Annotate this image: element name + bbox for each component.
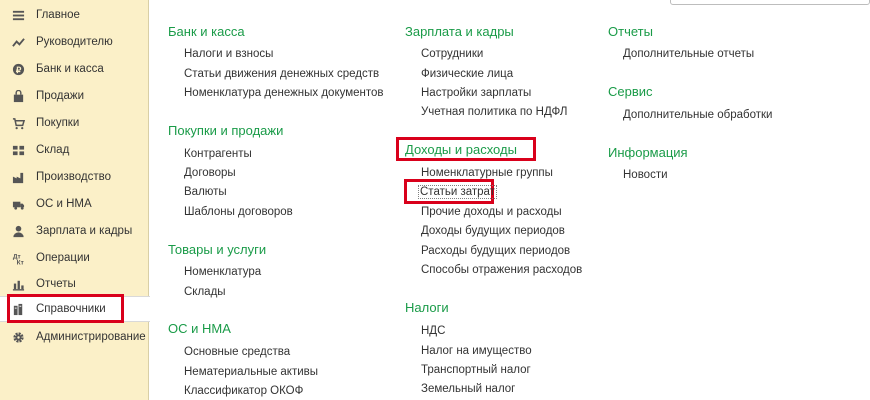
sidebar-item-label: Зарплата и кадры (36, 225, 133, 237)
link-additional-processing[interactable]: Дополнительные обработки (623, 109, 772, 121)
link-nomenclature[interactable]: Номенклатура (184, 266, 261, 278)
link-property-tax[interactable]: Налог на имущество (421, 345, 532, 357)
sidebar-item-label: Продажи (36, 90, 85, 102)
link-vat[interactable]: НДС (421, 325, 445, 337)
operations-icon: Дт Кт (11, 251, 25, 265)
sidebar-item-label: Администрирование (36, 331, 146, 343)
search-field[interactable] (670, 0, 870, 5)
link-monetary-documents[interactable]: Номенклатура денежных документов (184, 87, 384, 99)
bar-chart-icon (11, 277, 25, 291)
section-title-bank: Банк и касса (168, 24, 245, 39)
section-title-income-expenses: Доходы и расходы (405, 142, 517, 157)
sidebar-item-manager[interactable]: Руководителю (0, 29, 149, 55)
link-salary-settings[interactable]: Настройки зарплаты (421, 87, 531, 99)
link-individuals[interactable]: Физические лица (421, 68, 513, 80)
svg-text:Кт: Кт (16, 259, 23, 264)
sidebar-item-warehouse[interactable]: Склад (0, 137, 149, 163)
gear-icon (11, 330, 25, 344)
section-title-taxes: Налоги (405, 300, 449, 315)
link-news[interactable]: Новости (623, 169, 668, 181)
sidebar-item-label: Отчеты (36, 278, 76, 290)
section-title-salary: Зарплата и кадры (405, 24, 514, 39)
sidebar-item-sales[interactable]: Продажи (0, 83, 149, 109)
link-warehouses[interactable]: Склады (184, 286, 226, 298)
section-title-fixed-assets: ОС и НМА (168, 321, 231, 336)
trend-chart-icon (11, 35, 25, 49)
sidebar-item-production[interactable]: Производство (0, 164, 149, 190)
person-icon (11, 224, 25, 238)
link-contract-templates[interactable]: Шаблоны договоров (184, 206, 293, 218)
link-expense-reflection-methods[interactable]: Способы отражения расходов (421, 264, 582, 276)
section-title-goods-services: Товары и услуги (168, 242, 267, 257)
link-cash-flow-items[interactable]: Статьи движения денежных средств (184, 68, 379, 80)
sidebar-item-bank[interactable]: ₽ Банк и касса (0, 56, 149, 82)
warehouse-grid-icon (11, 143, 25, 157)
link-intangible-assets[interactable]: Нематериальные активы (184, 366, 318, 378)
link-nomenclature-groups[interactable]: Номенклатурные группы (421, 167, 553, 179)
section-title-information: Информация (608, 145, 688, 160)
link-other-income-expenses[interactable]: Прочие доходы и расходы (421, 206, 562, 218)
sidebar-item-label: Склад (36, 144, 70, 156)
link-employees[interactable]: Сотрудники (421, 48, 483, 60)
link-ndfl-policy[interactable]: Учетная политика по НДФЛ (421, 106, 567, 118)
link-additional-reports[interactable]: Дополнительные отчеты (623, 48, 754, 60)
shopping-bag-icon (11, 89, 25, 103)
link-taxes-contributions[interactable]: Налоги и взносы (184, 48, 273, 60)
sidebar-item-salary[interactable]: Зарплата и кадры (0, 218, 149, 244)
sidebar-item-purchases[interactable]: Покупки (0, 110, 149, 136)
sidebar-item-main[interactable]: Главное (0, 2, 149, 28)
sidebar-item-administration[interactable]: Администрирование (0, 324, 149, 350)
truck-icon (11, 197, 25, 211)
highlight-frame (7, 294, 124, 323)
link-counterparties[interactable]: Контрагенты (184, 148, 252, 160)
menu-lines-icon (11, 8, 25, 22)
sidebar: Главное Руководителю ₽ Банк и касса Прод… (0, 0, 150, 400)
shopping-cart-icon (11, 116, 25, 130)
link-cost-items[interactable]: Статьи затрат (418, 185, 497, 199)
sidebar-item-fixed-assets[interactable]: ОС и НМА (0, 191, 149, 217)
sidebar-item-label: ОС и НМА (36, 198, 92, 210)
link-land-tax[interactable]: Земельный налог (421, 383, 515, 395)
sidebar-item-operations[interactable]: Дт Кт Операции (0, 245, 149, 271)
sidebar-item-label: Руководителю (36, 36, 113, 48)
search-input[interactable] (671, 0, 869, 5)
sidebar-item-label: Покупки (36, 117, 80, 129)
factory-icon (11, 170, 25, 184)
ruble-coin-icon: ₽ (11, 62, 25, 76)
link-currencies[interactable]: Валюты (184, 186, 227, 198)
sidebar-item-label: Производство (36, 171, 111, 183)
sidebar-item-label: Банк и касса (36, 63, 104, 75)
link-contracts[interactable]: Договоры (184, 167, 236, 179)
link-deferred-expenses[interactable]: Расходы будущих периодов (421, 245, 570, 257)
section-title-service: Сервис (608, 84, 653, 99)
sidebar-item-label: Операции (36, 252, 90, 264)
sidebar-item-label: Главное (36, 9, 80, 21)
section-title-purchases-sales: Покупки и продажи (168, 123, 284, 138)
section-title-reports: Отчеты (608, 24, 653, 39)
svg-text:₽: ₽ (15, 64, 20, 74)
link-fixed-assets[interactable]: Основные средства (184, 346, 290, 358)
link-transport-tax[interactable]: Транспортный налог (421, 364, 531, 376)
link-okof-classifier[interactable]: Классификатор ОКОФ (184, 385, 303, 397)
link-deferred-income[interactable]: Доходы будущих периодов (421, 225, 565, 237)
